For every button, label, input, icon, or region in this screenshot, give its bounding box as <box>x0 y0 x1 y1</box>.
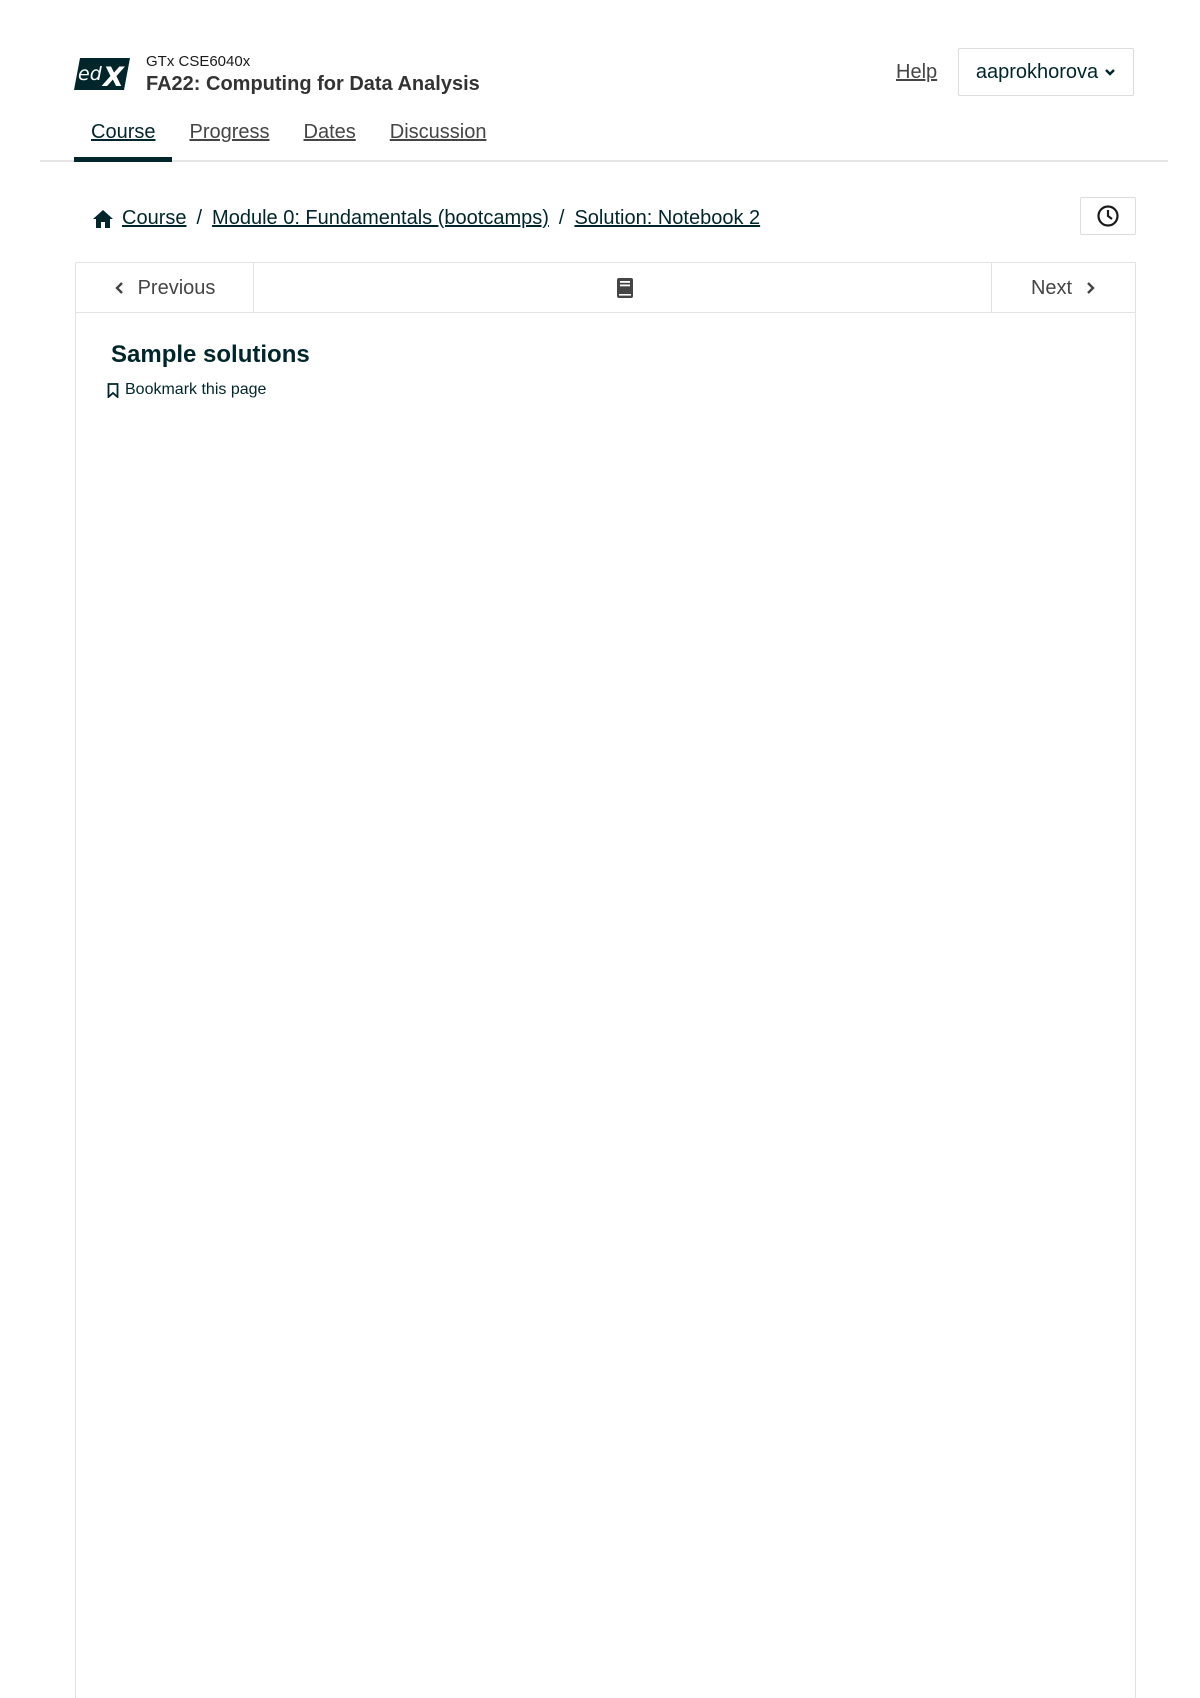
previous-button[interactable]: Previous <box>76 263 254 313</box>
tab-progress[interactable]: Progress <box>172 118 286 162</box>
unit-content: Previous Next Sample solutions Bookmark … <box>75 262 1136 1698</box>
sequence-nav: Previous Next <box>76 263 1135 313</box>
tab-dates[interactable]: Dates <box>287 118 373 162</box>
chevron-down-icon <box>1105 69 1116 76</box>
next-label: Next <box>1030 276 1073 299</box>
username: aaprokhorova <box>975 60 1099 83</box>
breadcrumb-separator: / <box>558 207 565 229</box>
breadcrumb-unit[interactable]: Solution: Notebook 2 <box>574 207 760 230</box>
svg-text:ed: ed <box>78 63 103 85</box>
breadcrumb-separator: / <box>196 207 203 229</box>
unit-title: Sample solutions <box>111 341 310 368</box>
resume-history-button[interactable] <box>1080 197 1136 235</box>
home-icon[interactable] <box>92 209 114 229</box>
user-menu-button[interactable]: aaprokhorova <box>958 48 1134 96</box>
history-icon <box>1097 205 1119 227</box>
course-tabs: Course Progress Dates Discussion <box>74 118 503 162</box>
bookmark-button[interactable]: Bookmark this page <box>107 381 266 399</box>
chevron-right-icon <box>1087 282 1095 294</box>
tab-discussion[interactable]: Discussion <box>373 118 504 162</box>
course-title: FA22: Computing for Data Analysis <box>146 73 480 95</box>
breadcrumb: Course / Module 0: Fundamentals (bootcam… <box>92 207 760 230</box>
tab-course[interactable]: Course <box>74 118 173 162</box>
bookmark-label: Bookmark this page <box>125 381 267 398</box>
book-icon[interactable] <box>616 277 634 299</box>
edx-logo[interactable]: ed X <box>74 58 130 90</box>
next-button[interactable]: Next <box>991 263 1135 313</box>
chevron-left-icon <box>114 282 123 294</box>
breadcrumb-course[interactable]: Course <box>122 207 186 230</box>
previous-label: Previous <box>137 276 216 299</box>
breadcrumb-module[interactable]: Module 0: Fundamentals (bootcamps) <box>212 207 549 230</box>
site-header: ed X GTx CSE6040x FA22: Computing for Da… <box>40 0 1168 162</box>
svg-text:X: X <box>101 62 125 90</box>
help-link[interactable]: Help <box>896 61 937 84</box>
bookmark-icon <box>107 382 119 398</box>
course-org: GTx CSE6040x <box>146 53 251 70</box>
